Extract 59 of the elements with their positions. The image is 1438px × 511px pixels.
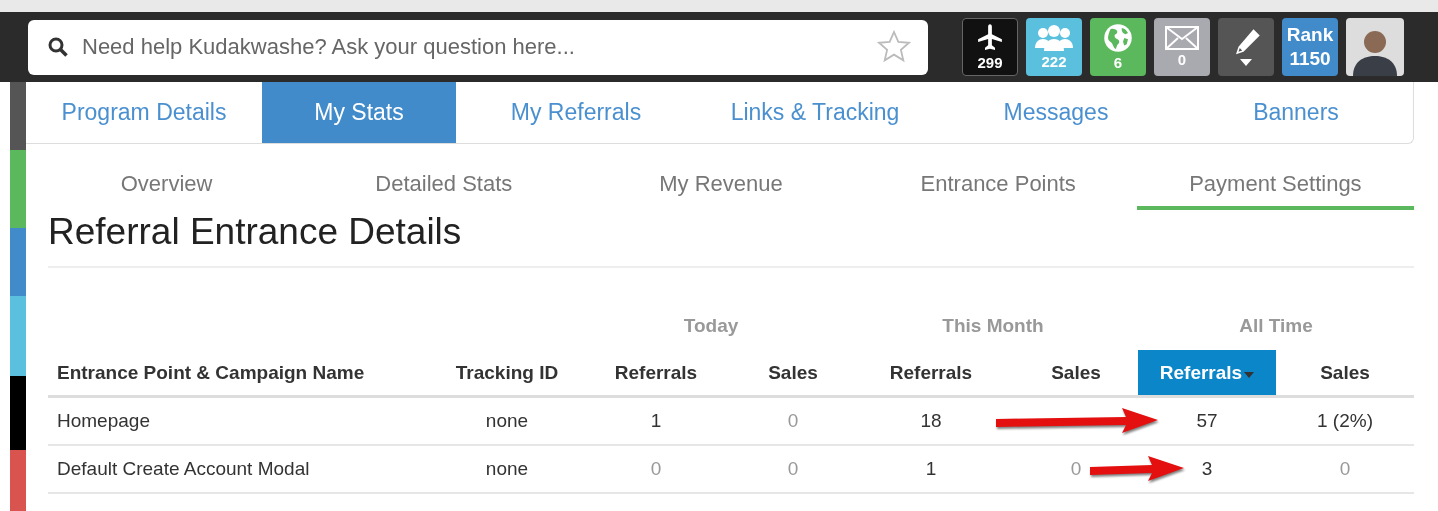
table-cell: 3 xyxy=(1201,458,1213,480)
column-header[interactable]: Referrals xyxy=(574,350,738,398)
tab[interactable]: Messages xyxy=(934,82,1178,143)
avatar-button[interactable] xyxy=(1346,18,1404,76)
table-cell: 1 (2%) xyxy=(1317,410,1373,432)
sub-tab[interactable]: My Revenue xyxy=(582,158,860,210)
column-group-heading: Today xyxy=(683,315,739,336)
table-cell: 0 xyxy=(650,458,662,480)
tab[interactable]: Links & Tracking xyxy=(696,82,934,143)
caret-icon xyxy=(1240,59,1252,66)
search-bar[interactable]: Need help Kudakwashe? Ask your question here... xyxy=(28,19,928,75)
table-cell: 18 xyxy=(920,410,942,432)
sort-caret-icon xyxy=(1244,371,1255,378)
table-cell: none xyxy=(485,410,529,432)
search-input[interactable]: Need help Kudakwashe? Ask your question here... xyxy=(82,34,862,60)
column-header[interactable]: Tracking ID xyxy=(440,350,574,398)
table-cell: 0 xyxy=(1070,458,1082,480)
badge-count: 222 xyxy=(1041,53,1067,70)
page-heading: Referral Entrance Details xyxy=(48,210,1414,268)
column-header[interactable]: Sales xyxy=(1276,350,1414,398)
notification-badge[interactable]: 299 xyxy=(962,18,1018,76)
column-group-heading: This Month xyxy=(942,315,1044,336)
table-cell: 0 xyxy=(1339,458,1351,480)
column-header[interactable]: Referrals xyxy=(1138,350,1276,398)
badge-count: 299 xyxy=(977,54,1003,71)
column-group-heading: All Time xyxy=(1239,315,1313,336)
sub-tab[interactable]: Entrance Points xyxy=(859,158,1137,210)
badge-count: 6 xyxy=(1113,54,1123,71)
table-cell: 1 xyxy=(925,458,937,480)
column-header[interactable]: Entrance Point & Campaign Name xyxy=(48,350,440,398)
tab[interactable]: Banners xyxy=(1178,82,1414,143)
search-icon xyxy=(48,37,68,57)
table-cell: Homepage xyxy=(57,410,150,432)
table-cell: 0 xyxy=(787,458,799,480)
tab[interactable]: My Referrals xyxy=(456,82,696,143)
tab[interactable]: Program Details xyxy=(26,82,262,143)
notification-badge[interactable]: 6 xyxy=(1090,18,1146,76)
rank-badge[interactable]: Rank 1150 xyxy=(1282,18,1338,76)
star-icon[interactable] xyxy=(876,29,912,65)
sub-tab[interactable]: Payment Settings xyxy=(1136,158,1414,210)
column-header[interactable]: Sales xyxy=(738,350,848,398)
people-icon xyxy=(1034,24,1074,52)
table-cell: none xyxy=(485,458,529,480)
envelope-icon xyxy=(1165,26,1199,50)
table-cell: Default Create Account Modal xyxy=(57,458,310,480)
table-cell: 0 xyxy=(787,410,799,432)
rank-value: 1150 xyxy=(1289,47,1331,71)
globe-icon xyxy=(1103,23,1133,53)
column-header[interactable]: Referrals xyxy=(848,350,1014,398)
badge-count: 0 xyxy=(1177,51,1187,68)
edit-menu-button[interactable] xyxy=(1218,18,1274,76)
table-cell: 1 xyxy=(650,410,662,432)
notification-badge[interactable]: 0 xyxy=(1154,18,1210,76)
table-cell: 57 xyxy=(1196,410,1218,432)
sub-tab[interactable]: Overview xyxy=(28,158,306,210)
sub-tab[interactable]: Detailed Stats xyxy=(305,158,583,210)
airplane-icon xyxy=(975,23,1005,53)
rank-label: Rank xyxy=(1286,23,1334,47)
tab[interactable]: My Stats xyxy=(262,82,456,143)
